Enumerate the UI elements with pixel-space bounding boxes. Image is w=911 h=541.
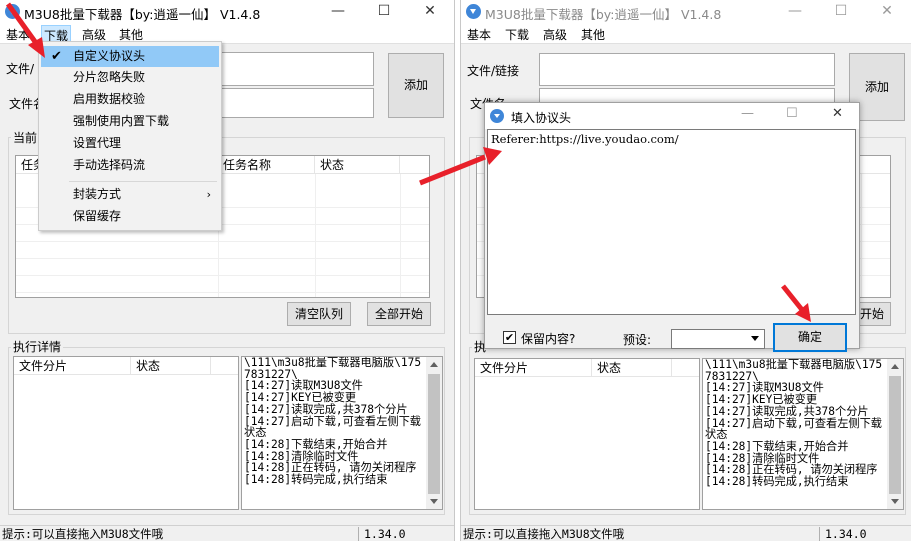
menu-item-label: 封装方式 [73, 187, 122, 201]
app-download-icon [5, 4, 20, 19]
download-menu-dropdown: ✔ 自定义协议头 分片忽略失败 启用数据校验 强制使用内置下载 设置代理 手动选… [38, 41, 222, 231]
menu-item-label: 手动选择码流 [73, 158, 146, 172]
scroll-down-icon[interactable] [891, 499, 899, 504]
menu-download[interactable]: 下载 [505, 26, 529, 43]
col-status[interactable]: 状态 [315, 156, 400, 174]
maximize-button[interactable]: ☐ [361, 0, 407, 24]
check-icon: ✔ [51, 49, 62, 64]
scroll-thumb[interactable] [889, 376, 901, 494]
menu-item-label: 保留缓存 [73, 209, 122, 223]
keep-content-checkbox[interactable]: ✔ [503, 331, 516, 344]
menu-item-ignore-failed[interactable]: 分片忽略失败 [41, 67, 219, 88]
menu-item-label: 启用数据校验 [73, 92, 146, 106]
submenu-arrow-icon: › [206, 188, 211, 201]
status-separator [358, 527, 359, 541]
file-link-input[interactable] [539, 53, 835, 86]
menu-item-force-builtin[interactable]: 强制使用内置下载 [41, 111, 219, 132]
col-file-segment[interactable]: 文件分片 [475, 359, 592, 377]
app-download-icon [490, 109, 504, 123]
menu-item-label: 分片忽略失败 [73, 70, 146, 84]
status-version: 1.34.0 [825, 527, 867, 541]
maximize-button[interactable]: ☐ [818, 0, 864, 24]
col-task-name[interactable]: 任务名称 [218, 156, 315, 174]
clear-queue-button[interactable]: 清空队列 [287, 302, 351, 326]
chevron-down-icon[interactable] [747, 330, 764, 348]
segment-list-header: 文件分片 状态 [14, 357, 238, 375]
minimize-button[interactable]: — [741, 106, 754, 121]
log-scrollbar[interactable] [887, 359, 903, 509]
add-button[interactable]: 添加 [388, 53, 444, 118]
file-link-label: 文件/链接 [467, 64, 520, 78]
details-group-title: 执行详情 [11, 338, 64, 355]
menu-item-custom-header[interactable]: ✔ 自定义协议头 [41, 46, 219, 67]
menu-item-proxy[interactable]: 设置代理 [41, 133, 219, 154]
segment-list[interactable]: 文件分片 状态 [474, 358, 700, 510]
menu-item-container-format[interactable]: 封装方式 › [41, 184, 219, 205]
log-text: \111\m3u8批量下载器电脑版\1757831227\ [14:27]读取M… [244, 356, 422, 487]
header-text: Referer:https://live.youdao.com/ [491, 132, 679, 146]
close-button[interactable]: ✕ [832, 106, 843, 121]
scroll-up-icon[interactable] [430, 362, 438, 367]
preset-select[interactable] [671, 329, 765, 349]
start-all-button[interactable]: 全部开始 [367, 302, 431, 326]
app-download-icon [466, 4, 481, 19]
menu-item-keep-cache[interactable]: 保留缓存 [41, 206, 219, 227]
log-scrollbar[interactable] [426, 357, 442, 509]
close-button[interactable]: ✕ [407, 0, 453, 24]
window-title: M3U8批量下载器【by:逍遥一仙】 V1.4.8 [24, 7, 261, 22]
scroll-thumb[interactable] [428, 374, 440, 494]
menu-item-label: 自定义协议头 [73, 49, 146, 63]
title-bar: M3U8批量下载器【by:逍遥一仙】 V1.4.8 — ☐ ✕ [0, 0, 454, 24]
keep-content-label: 保留内容? [521, 332, 576, 346]
col-segment-status[interactable]: 状态 [592, 359, 672, 377]
status-bar: 提示:可以直接拖入M3U8文件哦 1.34.0 [461, 525, 911, 541]
log-panel[interactable]: \111\m3u8批量下载器电脑版\1757831227\ [14:27]读取M… [702, 358, 904, 510]
queue-group-title: 当前 [11, 129, 40, 146]
scroll-up-icon[interactable] [891, 364, 899, 369]
log-panel[interactable]: \111\m3u8批量下载器电脑版\1757831227\ [14:27]读取M… [241, 356, 443, 510]
col-segment-status[interactable]: 状态 [131, 357, 211, 375]
menu-other[interactable]: 其他 [581, 26, 605, 43]
log-text: \111\m3u8批量下载器电脑版\1757831227\ [14:27]读取M… [705, 358, 883, 489]
dialog-title: 填入协议头 [511, 111, 572, 125]
table-row [16, 276, 429, 293]
menu-item-label: 强制使用内置下载 [73, 114, 170, 128]
segment-list-header: 文件分片 状态 [475, 359, 699, 377]
menu-separator [69, 181, 217, 182]
col-file-segment[interactable]: 文件分片 [14, 357, 131, 375]
segment-list[interactable]: 文件分片 状态 [13, 356, 239, 510]
status-separator [819, 527, 820, 541]
header-input-dialog: 填入协议头 — ☐ ✕ Referer:https://live.youdao.… [484, 102, 860, 352]
menu-basic[interactable]: 基本 [6, 26, 30, 43]
window-title: M3U8批量下载器【by:逍遥一仙】 V1.4.8 [485, 7, 722, 22]
menu-bar: 基本 下载 高级 其他 [461, 24, 911, 44]
table-row [16, 259, 429, 276]
minimize-button[interactable]: — [315, 0, 361, 24]
preset-label: 预设: [623, 333, 652, 347]
main-window-left: M3U8批量下载器【by:逍遥一仙】 V1.4.8 — ☐ ✕ 基本 下载 高级… [0, 0, 455, 541]
minimize-button[interactable]: — [772, 0, 818, 24]
status-bar: 提示:可以直接拖入M3U8文件哦 1.34.0 [0, 525, 454, 541]
status-version: 1.34.0 [364, 527, 406, 541]
title-bar: M3U8批量下载器【by:逍遥一仙】 V1.4.8 — ☐ ✕ [461, 0, 911, 24]
menu-advanced[interactable]: 高级 [543, 26, 567, 43]
menu-item-select-stream[interactable]: 手动选择码流 [41, 155, 219, 176]
status-hint: 提示:可以直接拖入M3U8文件哦 [2, 527, 164, 541]
menu-item-label: 设置代理 [73, 136, 122, 150]
maximize-button[interactable]: ☐ [786, 106, 798, 121]
file-link-label: 文件/ [6, 62, 35, 76]
header-text-area[interactable]: Referer:https://live.youdao.com/ [487, 129, 856, 315]
scroll-down-icon[interactable] [430, 499, 438, 504]
dialog-title-bar: 填入协议头 — ☐ ✕ [485, 103, 859, 129]
menu-item-data-verify[interactable]: 启用数据校验 [41, 89, 219, 110]
ok-button[interactable]: 确定 [773, 323, 847, 352]
status-hint: 提示:可以直接拖入M3U8文件哦 [463, 527, 625, 541]
table-row [16, 242, 429, 259]
close-button[interactable]: ✕ [864, 0, 910, 24]
menu-basic[interactable]: 基本 [467, 26, 491, 43]
